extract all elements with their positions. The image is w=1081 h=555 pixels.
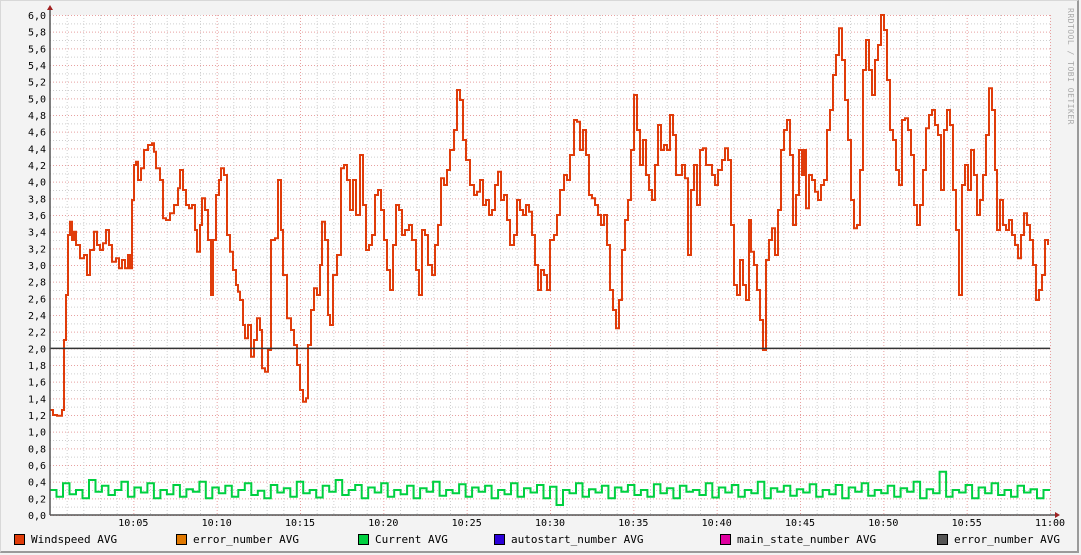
legend-label: autostart_number AVG — [511, 533, 644, 546]
legend-item-autostart-number: autostart_number AVG — [494, 533, 643, 546]
legend-swatch — [937, 534, 948, 545]
y-tick-label: 0,0 — [28, 511, 46, 522]
y-tick-label: 4,4 — [28, 144, 46, 155]
legend-swatch — [358, 534, 369, 545]
legend-item-main-state-number: main_state_number AVG — [720, 533, 876, 546]
y-tick-label: 1,2 — [28, 411, 46, 422]
y-tick-label: 1,6 — [28, 378, 46, 389]
legend-swatch — [494, 534, 505, 545]
y-tick-label: 3,0 — [28, 261, 46, 272]
legend-label: error_number AVG — [193, 533, 299, 546]
x-tick-label: 10:15 — [285, 518, 315, 529]
y-tick-label: 1,0 — [28, 428, 46, 439]
y-axis-arrow-icon — [47, 5, 53, 10]
legend-item-current: Current AVG — [358, 533, 448, 546]
y-tick-label: 5,4 — [28, 61, 46, 72]
x-tick-label: 10:25 — [452, 518, 482, 529]
legend-label: Current AVG — [375, 533, 448, 546]
y-tick-label: 5,2 — [28, 78, 46, 89]
y-tick-label: 2,0 — [28, 344, 46, 355]
y-tick-label: 4,6 — [28, 128, 46, 139]
x-tick-label: 11:00 — [1035, 518, 1065, 529]
y-tick-label: 4,0 — [28, 178, 46, 189]
y-tick-label: 4,2 — [28, 161, 46, 172]
legend-swatch — [176, 534, 187, 545]
x-tick-label: 10:45 — [785, 518, 815, 529]
y-tick-label: 1,8 — [28, 361, 46, 372]
y-tick-label: 0,6 — [28, 461, 46, 472]
y-tick-label: 0,8 — [28, 444, 46, 455]
y-tick-label: 5,8 — [28, 28, 46, 39]
legend-label: error_number AVG — [954, 533, 1060, 546]
y-tick-label: 1,4 — [28, 394, 46, 405]
y-tick-label: 0,2 — [28, 494, 46, 505]
y-tick-label: 0,4 — [28, 478, 46, 489]
legend-swatch — [14, 534, 25, 545]
x-tick-label: 10:50 — [868, 518, 898, 529]
y-tick-label: 2,8 — [28, 278, 46, 289]
y-tick-label: 6,0 — [28, 11, 46, 22]
x-tick-label: 10:30 — [535, 518, 565, 529]
x-tick-label: 10:20 — [368, 518, 398, 529]
legend-item-error-number: error_number AVG — [176, 533, 299, 546]
rrdtool-watermark: RRDTOOL / TOBI OETIKER — [1066, 8, 1075, 125]
legend-item-windspeed: Windspeed AVG — [14, 533, 117, 546]
y-tick-label: 2,4 — [28, 311, 46, 322]
y-tick-label: 3,6 — [28, 211, 46, 222]
y-tick-label: 3,2 — [28, 244, 46, 255]
legend-label: Windspeed AVG — [31, 533, 118, 546]
windspeed-chart: 0,0 0,2 0,4 0,6 0,8 1,0 1,2 1,4 1,6 1,8 2,0 2,2 2,4 2… — [28, 5, 1065, 529]
y-tick-label: 3,8 — [28, 194, 46, 205]
x-tick-label: 10:10 — [202, 518, 232, 529]
x-tick-label: 10:55 — [952, 518, 982, 529]
x-tick-label: 10:05 — [118, 518, 148, 529]
y-tick-label: 3,4 — [28, 228, 46, 239]
x-tick-label: 10:40 — [702, 518, 732, 529]
legend-item-error-number-2: error_number AVG — [937, 533, 1060, 546]
legend-swatch — [720, 534, 731, 545]
legend: Windspeed AVG error_number AVG Current A… — [14, 533, 1081, 549]
y-tick-label: 4,8 — [28, 111, 46, 122]
y-tick-label: 5,6 — [28, 44, 46, 55]
x-tick-label: 10:35 — [618, 518, 648, 529]
legend-label: main_state_number AVG — [737, 533, 877, 546]
y-tick-label: 2,2 — [28, 328, 46, 339]
y-tick-label: 2,6 — [28, 294, 46, 305]
y-tick-label: 5,0 — [28, 94, 46, 105]
